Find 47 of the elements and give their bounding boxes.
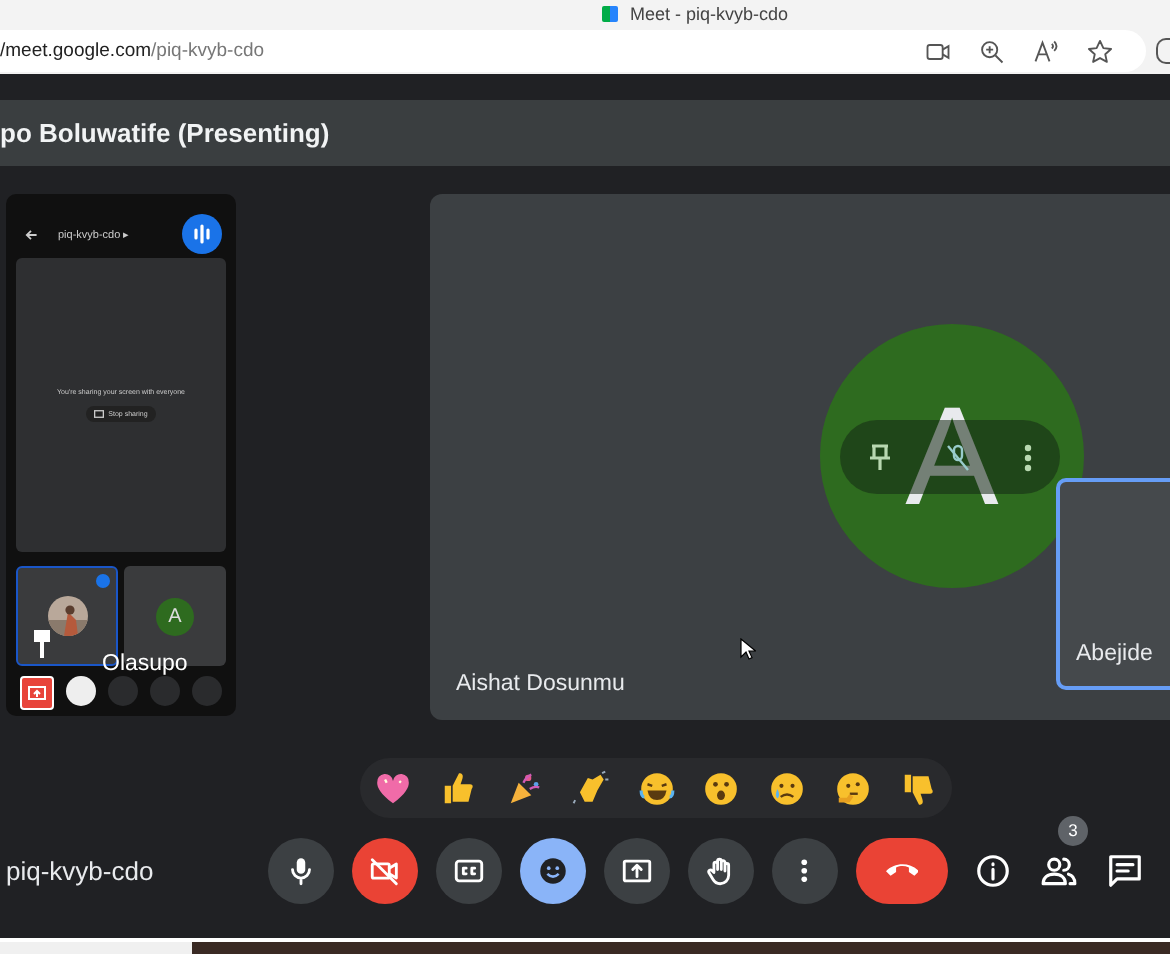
participant-tile[interactable]: Abejide: [1056, 478, 1170, 690]
phone-icon: [885, 862, 919, 878]
count-badge: 3: [1058, 815, 1088, 845]
raise-hand-button[interactable]: [688, 837, 754, 903]
more-icon[interactable]: [1024, 443, 1032, 471]
participant-name: Aishat Dosunmu: [456, 672, 625, 696]
presenter-name: Olasupo: [102, 652, 188, 676]
presenter-title: po Boluwatife (Presenting): [0, 118, 330, 148]
more-button[interactable]: [772, 837, 838, 903]
end-call-button[interactable]: [856, 837, 948, 903]
muted-mic-icon: [946, 443, 970, 471]
chat-button[interactable]: [1106, 851, 1144, 889]
info-button[interactable]: [974, 851, 1012, 889]
meet-logo-icon: [601, 6, 618, 22]
pin-icon[interactable]: [868, 443, 892, 471]
avatar: A: [820, 324, 1084, 588]
camera-off-icon: [368, 853, 402, 887]
cursor-icon: [740, 638, 756, 660]
crying-face-icon[interactable]: [768, 769, 807, 807]
star-icon[interactable]: [1086, 37, 1114, 65]
microphone-button[interactable]: [268, 837, 334, 903]
thumbs-up-icon[interactable]: [439, 769, 478, 807]
extension-icon[interactable]: [1156, 38, 1170, 64]
reactions-button[interactable]: [520, 837, 586, 903]
camera-button[interactable]: [352, 837, 418, 903]
avatar: A: [156, 597, 194, 635]
screen-icon: [94, 410, 105, 418]
address-field[interactable]: /meet.google.com/piq-kvyb-cdo: [0, 30, 1146, 72]
read-aloud-icon[interactable]: [1032, 37, 1060, 65]
participant-name: Abejide: [1076, 642, 1153, 666]
window-title: Meet - piq-kvyb-cdo: [629, 4, 789, 24]
info-icon: [974, 851, 1012, 889]
thumbs-down-icon[interactable]: [900, 769, 938, 807]
laughing-face-icon[interactable]: [637, 769, 675, 807]
meeting-code: piq-kvyb-cdo: [4, 855, 156, 885]
captions-button[interactable]: [436, 837, 502, 903]
thinking-face-icon[interactable]: [834, 769, 873, 807]
surprised-face-icon[interactable]: [702, 769, 741, 807]
chat-icon: [1106, 851, 1144, 889]
more-icon: [800, 857, 810, 883]
heart-icon[interactable]: [374, 769, 412, 807]
present-button[interactable]: [604, 837, 670, 903]
present-icon: [28, 686, 46, 700]
camera-button[interactable]: [66, 676, 96, 706]
zoom-icon[interactable]: [978, 37, 1006, 65]
smiley-icon: [536, 853, 570, 887]
party-popper-icon[interactable]: [505, 769, 544, 807]
